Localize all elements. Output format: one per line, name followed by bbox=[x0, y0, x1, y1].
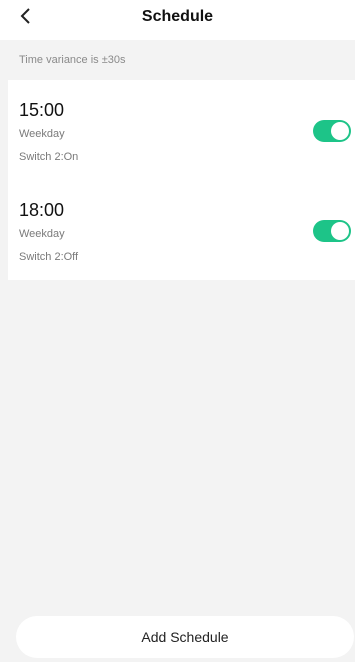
schedule-screen: Schedule Time variance is ±30s 15:00 Wee… bbox=[0, 0, 355, 662]
schedule-repeat: Weekday bbox=[19, 128, 65, 140]
schedule-repeat: Weekday bbox=[19, 228, 65, 240]
schedule-toggle[interactable] bbox=[313, 220, 351, 242]
schedule-item[interactable]: 18:00 Weekday Switch 2:Off bbox=[8, 180, 355, 280]
schedule-list: 15:00 Weekday Switch 2:On 18:00 Weekday … bbox=[8, 80, 355, 280]
page-title: Schedule bbox=[141, 8, 214, 25]
toggle-knob bbox=[331, 122, 349, 140]
time-variance-note: Time variance is ±30s bbox=[0, 40, 355, 80]
schedule-toggle[interactable] bbox=[313, 120, 351, 142]
top-bar: Schedule bbox=[0, 0, 355, 40]
schedule-item[interactable]: 15:00 Weekday Switch 2:On bbox=[8, 80, 355, 180]
schedule-action: Switch 2:On bbox=[19, 151, 79, 163]
add-schedule-button[interactable]: Add Schedule bbox=[16, 616, 354, 658]
schedule-time: 18:00 bbox=[19, 200, 65, 220]
toggle-knob bbox=[331, 222, 349, 240]
time-variance-text: Time variance is ±30s bbox=[19, 54, 126, 66]
schedule-time: 15:00 bbox=[19, 100, 65, 120]
schedule-action: Switch 2:Off bbox=[19, 251, 79, 263]
add-schedule-label: Add Schedule bbox=[141, 629, 229, 645]
